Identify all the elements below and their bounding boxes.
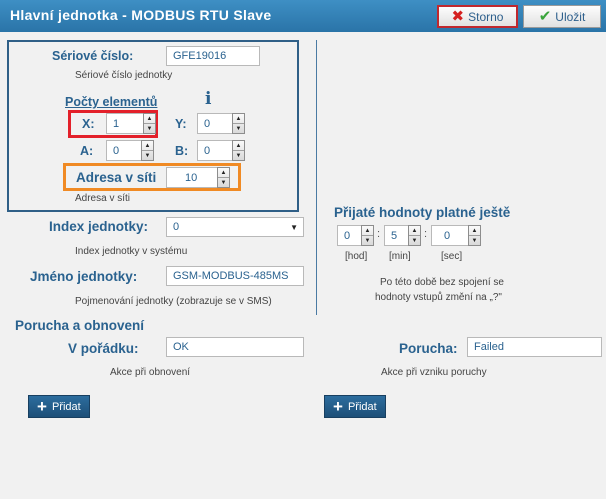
minutes-unit: [min] — [389, 251, 411, 262]
network-address-stepper[interactable]: 10 ▲ ▼ — [166, 167, 230, 188]
x-stepper-arrows[interactable]: ▲ ▼ — [143, 113, 156, 134]
down-arrow-icon[interactable]: ▼ — [142, 150, 153, 160]
window-title: Hlavní jednotka - MODBUS RTU Slave — [10, 7, 272, 23]
ok-label: V pořádku: — [68, 341, 139, 356]
hours-unit: [hod] — [345, 251, 368, 262]
x-stepper[interactable]: 1 ▲ ▼ — [106, 113, 156, 134]
minutes-value[interactable]: 5 — [384, 225, 408, 246]
chevron-down-icon[interactable]: ▼ — [290, 223, 298, 232]
network-address-arrows[interactable]: ▲ ▼ — [217, 167, 230, 188]
down-arrow-icon[interactable]: ▼ — [469, 235, 480, 245]
title-bar: Hlavní jednotka - MODBUS RTU Slave ✖ Sto… — [0, 0, 606, 32]
seconds-value[interactable]: 0 — [431, 225, 468, 246]
x-icon: ✖ — [451, 8, 465, 25]
y-stepper[interactable]: 0 ▲ ▼ — [197, 113, 245, 134]
x-label: X: — [82, 117, 95, 131]
up-arrow-icon[interactable]: ▲ — [409, 226, 420, 235]
validity-note-line1: Po této době bez spojení se — [380, 277, 504, 288]
element-counts-heading: Počty elementů — [65, 95, 158, 109]
validity-heading: Přijaté hodnoty platné ještě — [334, 205, 511, 220]
up-arrow-icon[interactable]: ▲ — [233, 141, 244, 150]
down-arrow-icon[interactable]: ▼ — [409, 235, 420, 245]
y-stepper-arrows[interactable]: ▲ ▼ — [232, 113, 245, 134]
serial-number-label: Sériové číslo: — [52, 49, 134, 63]
plus-icon: + — [333, 397, 343, 416]
time-separator: : — [377, 228, 381, 240]
column-divider — [316, 40, 317, 315]
network-address-label: Adresa v síti — [76, 170, 157, 185]
hours-value[interactable]: 0 — [337, 225, 361, 246]
minutes-stepper[interactable]: 5 ▲ ▼ — [384, 225, 421, 246]
seconds-stepper-arrows[interactable]: ▲ ▼ — [468, 225, 481, 246]
network-address-hint: Adresa v síti — [75, 193, 131, 204]
ok-action-hint: Akce při obnovení — [110, 367, 191, 378]
down-arrow-icon[interactable]: ▼ — [144, 123, 155, 133]
fault-label: Porucha: — [399, 341, 458, 356]
cancel-button[interactable]: ✖ Storno — [437, 5, 518, 28]
up-arrow-icon[interactable]: ▲ — [142, 141, 153, 150]
up-arrow-icon[interactable]: ▲ — [469, 226, 480, 235]
check-icon: ✔ — [538, 8, 552, 25]
up-arrow-icon[interactable]: ▲ — [233, 114, 244, 123]
up-arrow-icon[interactable]: ▲ — [144, 114, 155, 123]
add-label: Přidat — [347, 400, 377, 413]
y-value[interactable]: 0 — [197, 113, 232, 134]
b-label: B: — [175, 144, 189, 158]
serial-number-hint: Sériové číslo jednotky — [75, 70, 173, 81]
save-button[interactable]: ✔ Uložit — [523, 5, 601, 28]
network-address-value[interactable]: 10 — [166, 167, 217, 188]
hours-stepper-arrows[interactable]: ▲ ▼ — [361, 225, 374, 246]
cancel-label: Storno — [468, 9, 504, 24]
unit-name-field[interactable]: GSM-MODBUS-485MS — [166, 266, 304, 286]
time-separator: : — [424, 228, 428, 240]
down-arrow-icon[interactable]: ▼ — [218, 177, 229, 187]
down-arrow-icon[interactable]: ▼ — [362, 235, 373, 245]
unit-name-label: Jméno jednotky: — [30, 269, 138, 284]
up-arrow-icon[interactable]: ▲ — [218, 168, 229, 177]
b-stepper[interactable]: 0 ▲ ▼ — [197, 140, 245, 161]
unit-name-hint: Pojmenování jednotky (zobrazuje se v SMS… — [75, 296, 272, 307]
unit-index-label: Index jednotky: — [49, 219, 149, 234]
info-icon[interactable]: i — [205, 89, 211, 109]
ok-action-field[interactable]: OK — [166, 337, 304, 357]
hours-stepper[interactable]: 0 ▲ ▼ — [337, 225, 374, 246]
a-value[interactable]: 0 — [106, 140, 141, 161]
seconds-unit: [sec] — [441, 251, 463, 262]
fault-action-hint: Akce při vzniku poruchy — [381, 367, 487, 378]
b-stepper-arrows[interactable]: ▲ ▼ — [232, 140, 245, 161]
serial-number-field[interactable]: GFE19016 — [166, 46, 260, 66]
fault-recovery-heading: Porucha a obnovení — [15, 318, 145, 333]
b-value[interactable]: 0 — [197, 140, 232, 161]
unit-index-value: 0 — [173, 221, 180, 233]
y-label: Y: — [175, 117, 187, 131]
a-stepper[interactable]: 0 ▲ ▼ — [106, 140, 154, 161]
add-fault-action-button[interactable]: + Přidat — [324, 395, 386, 418]
save-label: Uložit — [555, 9, 586, 24]
unit-index-hint: Index jednotky v systému — [75, 246, 188, 257]
down-arrow-icon[interactable]: ▼ — [233, 123, 244, 133]
unit-index-select[interactable]: 0 ▼ — [166, 217, 304, 237]
seconds-stepper[interactable]: 0 ▲ ▼ — [431, 225, 481, 246]
add-ok-action-button[interactable]: + Přidat — [28, 395, 90, 418]
fault-action-field[interactable]: Failed — [467, 337, 602, 357]
minutes-stepper-arrows[interactable]: ▲ ▼ — [408, 225, 421, 246]
x-value[interactable]: 1 — [106, 113, 143, 134]
up-arrow-icon[interactable]: ▲ — [362, 226, 373, 235]
validity-note-line2: hodnoty vstupů změní na „?" — [375, 292, 502, 303]
add-label: Přidat — [51, 400, 81, 413]
a-stepper-arrows[interactable]: ▲ ▼ — [141, 140, 154, 161]
down-arrow-icon[interactable]: ▼ — [233, 150, 244, 160]
plus-icon: + — [37, 397, 47, 416]
a-label: A: — [80, 144, 94, 158]
